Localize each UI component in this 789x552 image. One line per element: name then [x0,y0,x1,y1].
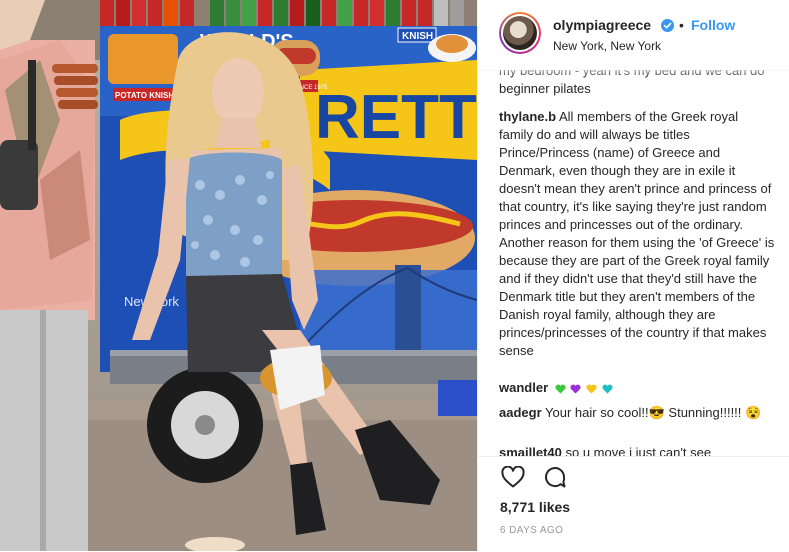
comment-body: so u move i just can't see [565,445,712,456]
sign-brand: RETT [315,83,477,152]
follow-button[interactable]: Follow [691,17,735,33]
sign-corner: KNISH [402,31,433,42]
avatar-image [503,16,537,50]
comment-item: smaillet40 so u move i just can't see [499,444,775,456]
comment-username[interactable]: smaillet40 [499,445,562,456]
post-actions: 8,771 likes 6 DAYS AGO [478,456,789,552]
location-link[interactable]: New York, New York [553,39,661,53]
sign-potato: POTATO KNISH [115,91,174,100]
comment-bubble-icon[interactable] [543,465,567,489]
purple-heart-icon [570,384,581,394]
comment-username[interactable]: wandler [499,380,548,395]
avatar[interactable] [499,12,541,54]
heart-emojis [555,381,614,399]
post-sidebar: olympiagreece • Follow New York, New Yor… [477,0,789,551]
cart-wheel [147,367,263,483]
comment-body: All members of the Greek royal family do… [499,109,775,358]
photo-scene: RETT WORLD'S KNISH POTATO KNISH SINCE 19… [0,0,477,551]
like-heart-icon[interactable] [501,466,525,488]
soda-cans [100,0,464,26]
comment-item: thylane.b All members of the Greek royal… [499,108,775,360]
separator-dot: • [679,17,684,33]
comment-username[interactable]: aadegr [499,405,542,420]
post-timestamp: 6 DAYS AGO [500,525,564,536]
comment-item: aadegr Your hair so cool!!😎 Stunning!!!!… [499,404,775,422]
comment-body: Your hair so cool!!😎 Stunning!!!!!! 😵 [545,405,762,420]
verified-badge-icon [661,19,674,32]
comment-username[interactable]: thylane.b [499,109,556,124]
post-header: olympiagreece • Follow New York, New Yor… [478,0,789,71]
yellow-heart-icon [586,384,597,394]
likes-count[interactable]: 8,771 likes [500,499,570,515]
teal-heart-icon [602,384,613,394]
comment-item: wandler [499,379,775,399]
green-heart-icon [555,384,566,394]
username-link[interactable]: olympiagreece [553,17,651,33]
post-photo[interactable]: RETT WORLD'S KNISH POTATO KNISH SINCE 19… [0,0,477,551]
comments-list[interactable]: my bedroom - yeah it's my bed and we can… [478,70,789,456]
